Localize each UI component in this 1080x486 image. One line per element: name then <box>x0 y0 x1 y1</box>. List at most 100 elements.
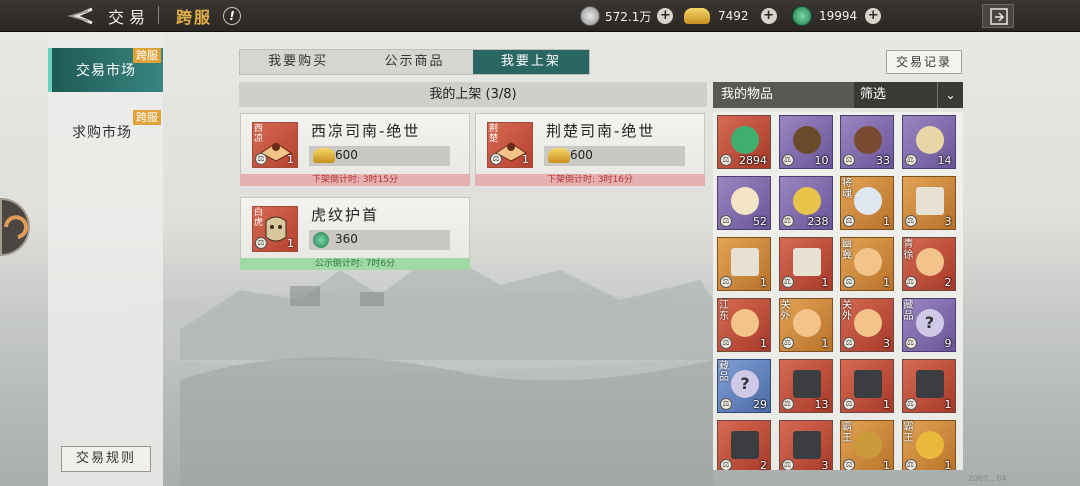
item-quantity: 2894 <box>739 154 767 167</box>
inventory-slot[interactable]: 关外 ⚖ 3 <box>840 298 894 352</box>
currency-silver: 572.1万 + <box>580 4 674 28</box>
currency-jade: 19994 + <box>792 4 882 28</box>
add-gold-button[interactable]: + <box>760 8 777 24</box>
gold-ingot-icon <box>684 8 710 24</box>
back-button[interactable] <box>66 4 96 28</box>
item-quantity: 1 <box>821 276 829 289</box>
lock-icon: ⚖ <box>720 459 732 470</box>
inventory-slot[interactable]: ⚖ 2 <box>717 420 771 470</box>
price-bar: 360 <box>309 230 450 250</box>
inventory-slot[interactable]: 青徐 ⚖ 2 <box>901 237 956 291</box>
inventory-slot[interactable]: ⚖ 1 <box>778 237 833 291</box>
jade-icon <box>792 6 812 26</box>
gold-pile-icon <box>792 187 821 215</box>
jade-dragon-icon <box>731 126 759 154</box>
bun-icon <box>731 187 759 215</box>
scroll-icon <box>792 248 821 276</box>
lock-icon: ⚖ <box>843 459 855 470</box>
item-quantity: 1 <box>760 276 767 289</box>
inventory-slot[interactable]: ⚖ 10 <box>778 115 833 169</box>
item-quantity: 1 <box>944 398 952 411</box>
listing-card[interactable]: 白虎 ⚖ 1 虎纹护首 360 <box>240 197 470 259</box>
book-icon <box>915 370 944 398</box>
warrior-icon <box>854 431 882 459</box>
lock-icon: ⚖ <box>255 237 267 249</box>
inventory-slot[interactable]: ⚖ 238 <box>778 176 833 230</box>
item-quantity: 1 <box>287 153 294 166</box>
tab-buy[interactable]: 我要购买 <box>240 50 356 74</box>
sidebar-item-label: 交易市场 <box>76 63 136 79</box>
item-name: 虎纹护首 <box>311 206 380 224</box>
inventory-slot[interactable]: 将魂 ⚖ 1 <box>840 176 894 230</box>
inventory-slot[interactable]: 幽冀 ⚖ 1 <box>840 237 894 291</box>
exit-button[interactable] <box>982 4 1014 28</box>
lock-icon: ⚖ <box>720 276 732 288</box>
item-tag: 关外 <box>842 300 852 322</box>
sidebar-item-label: 求购市场 <box>72 125 132 141</box>
sidebar: 交易市场 跨服 求购市场 跨服 <box>48 32 163 486</box>
mystery-icon: ? <box>731 370 759 398</box>
inventory-slot[interactable]: ? 藏品 ⚖ 9 <box>901 298 956 352</box>
filter-dropdown[interactable]: 筛选 ⌄ <box>854 82 963 108</box>
add-jade-button[interactable]: + <box>865 8 882 24</box>
lock-icon: ⚖ <box>781 276 794 288</box>
gold-ring-icon <box>915 431 944 459</box>
listing-card[interactable]: 西凉 ⚖ 1 西凉司南-绝世 600 <box>240 113 470 175</box>
item-price: 360 <box>335 232 358 246</box>
inventory-slot[interactable]: 江东 ⚖ 1 <box>717 298 771 352</box>
tab-public-goods[interactable]: 公示商品 <box>356 50 472 74</box>
item-quantity: 1 <box>883 215 890 228</box>
inventory-slot[interactable]: 关外 ⚖ 1 <box>778 298 833 352</box>
item-thumbnail: 荆楚 ⚖ 1 <box>487 122 533 168</box>
inventory-slot[interactable]: ⚖ 1 <box>717 237 771 291</box>
side-drawer-handle[interactable] <box>0 198 30 256</box>
lock-icon: ⚖ <box>904 398 917 410</box>
inventory-slot[interactable]: ⚖ 52 <box>717 176 771 230</box>
lock-icon: ⚖ <box>781 215 794 227</box>
add-silver-button[interactable]: + <box>657 8 674 24</box>
inventory-slot[interactable]: ⚖ 1 <box>840 359 894 413</box>
inventory-slot[interactable]: ⚖ 3 <box>901 176 956 230</box>
inventory-slot[interactable]: ⚖ 2894 <box>717 115 771 169</box>
item-quantity: 3 <box>821 459 829 470</box>
price-bar: 600 <box>309 146 450 166</box>
book-icon <box>792 431 821 459</box>
item-tag: 关外 <box>780 300 791 322</box>
inventory-slot[interactable]: ⚖ 33 <box>840 115 894 169</box>
item-quantity: 1 <box>287 237 294 250</box>
tab-sell[interactable]: 我要上架 <box>472 50 589 74</box>
item-thumbnail: 白虎 ⚖ 1 <box>252 206 298 252</box>
currency-value: 19994 <box>819 9 858 23</box>
item-tag: 藏品 <box>903 300 914 322</box>
info-button[interactable]: ! <box>223 7 241 25</box>
listing-card[interactable]: 荆楚 ⚖ 1 荆楚司南-绝世 600 <box>475 113 705 175</box>
trade-record-button[interactable]: 交易记录 <box>886 50 962 74</box>
top-bar: 交易 跨服 ! 572.1万 + 7492 + 19994 + <box>0 0 1080 32</box>
item-quantity: 1 <box>821 337 829 350</box>
inventory-slot[interactable]: ⚖ 3 <box>778 420 833 470</box>
inventory-grid: ⚖ 2894 ⚖ 10 ⚖ 33 ⚖ 14 ⚖ 52 ⚖ 238 将魂 ⚖ 1 ⚖ 3 ⚖ 1 ⚖ 1 幽冀 ⚖ 1 青徐 ⚖ 2 江… <box>713 112 963 470</box>
inventory-slot[interactable]: 霸王 ⚖ 1 <box>840 420 894 470</box>
trade-rules-button[interactable]: 交易规则 <box>61 446 151 472</box>
armor-figure-icon <box>854 126 882 154</box>
item-quantity: 238 <box>807 215 829 228</box>
lock-icon: ⚖ <box>490 153 502 165</box>
inventory-slot[interactable]: ⚖ 1 <box>901 359 956 413</box>
lock-icon: ⚖ <box>843 337 855 349</box>
item-thumbnail: 西凉 ⚖ 1 <box>252 122 298 168</box>
inventory-slot[interactable]: 霸王 ⚖ 1 <box>901 420 956 470</box>
cross-server-badge: 跨服 <box>133 48 161 63</box>
compass-icon <box>854 248 882 276</box>
item-tag: 霸王 <box>842 422 852 444</box>
sidebar-item-trade-market[interactable]: 交易市场 跨服 <box>48 48 163 92</box>
inventory-slot[interactable]: ⚖ 14 <box>901 115 956 169</box>
sidebar-item-buy-request-market[interactable]: 求购市场 跨服 <box>48 110 163 154</box>
book-icon <box>731 431 759 459</box>
item-quantity: 52 <box>753 215 767 228</box>
inventory-slot[interactable]: ? 藏品 ⚖ 29 <box>717 359 771 413</box>
item-quantity: 14 <box>937 154 952 167</box>
book-icon <box>854 370 882 398</box>
lock-icon: ⚖ <box>720 154 732 166</box>
inventory-slot[interactable]: ⚖ 13 <box>778 359 833 413</box>
lock-icon: ⚖ <box>843 398 855 410</box>
